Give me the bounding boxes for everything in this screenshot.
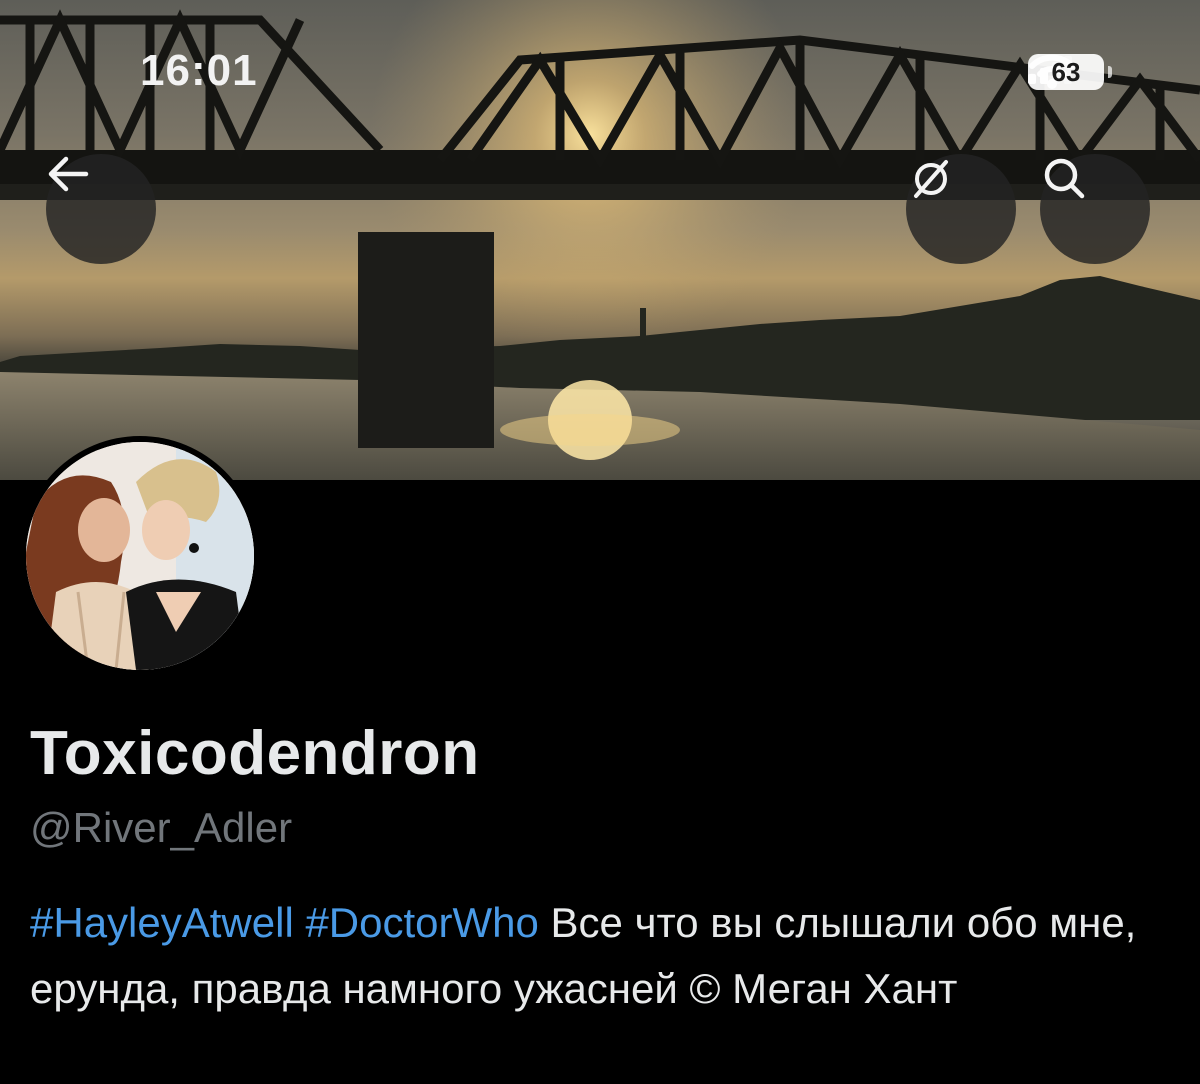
user-handle: @River_Adler xyxy=(30,804,293,851)
translate-icon xyxy=(914,160,948,198)
display-name: Toxicodendron xyxy=(30,719,480,788)
hashtag-link[interactable]: #DoctorWho xyxy=(305,899,538,946)
search-button[interactable] xyxy=(1040,154,1150,264)
back-button[interactable] xyxy=(46,154,156,264)
search-icon xyxy=(1044,158,1085,199)
arrow-left-icon xyxy=(48,156,89,192)
profile-banner[interactable]: 16:01 63 xyxy=(0,0,1200,480)
avatar-image xyxy=(26,442,254,670)
status-time: 16:01 xyxy=(140,46,258,95)
avatar[interactable] xyxy=(20,436,260,676)
hashtag-link[interactable]: #HayleyAtwell xyxy=(30,899,294,946)
status-icons: 63 xyxy=(1028,54,1112,90)
battery-indicator: 63 xyxy=(1028,54,1112,90)
profile-bio: #HayleyAtwell #DoctorWho Все что вы слыш… xyxy=(30,890,1150,1022)
translate-button[interactable] xyxy=(906,154,1016,264)
